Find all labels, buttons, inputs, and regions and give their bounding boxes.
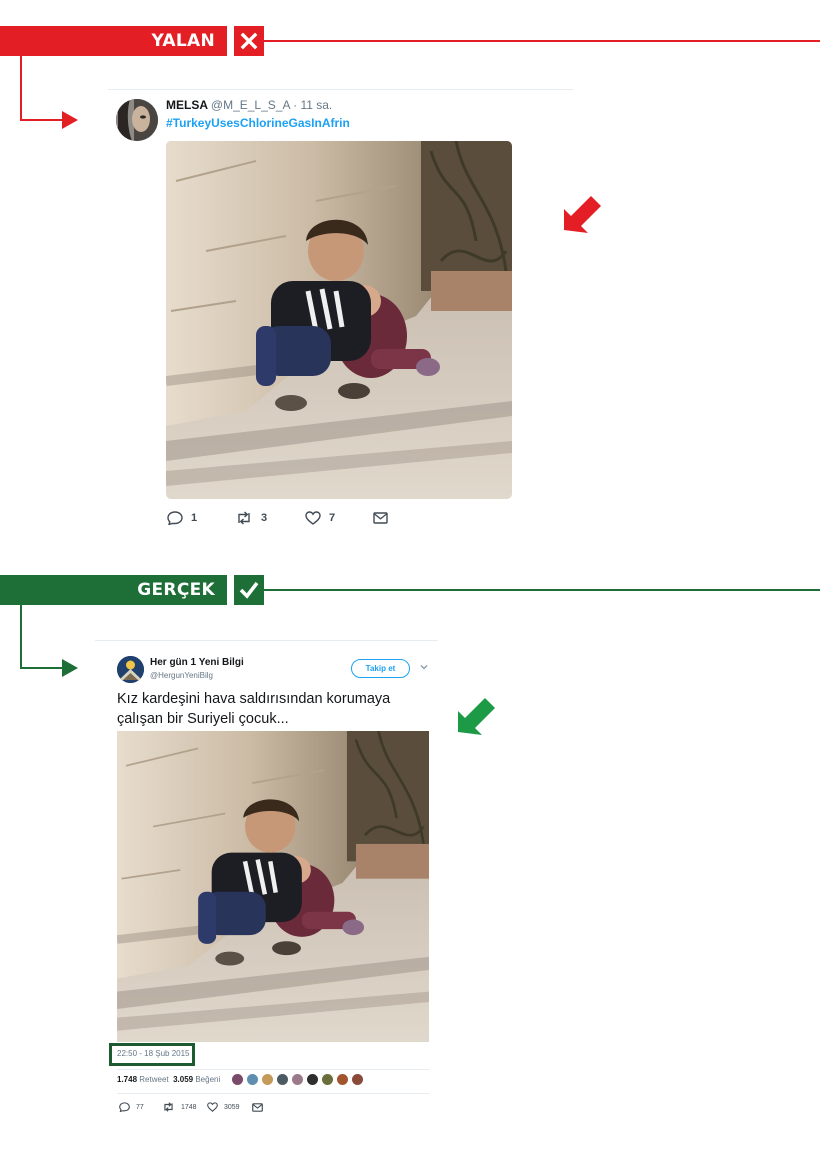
- tweet-photo[interactable]: [166, 141, 512, 499]
- handle[interactable]: @HergunYeniBilg: [150, 671, 213, 680]
- true-connector-line: [20, 667, 64, 669]
- direct-message-button[interactable]: [252, 1100, 263, 1114]
- display-name[interactable]: MELSA: [166, 98, 208, 112]
- false-verdict-banner: YALAN: [0, 26, 227, 56]
- tweet-photo[interactable]: [117, 731, 429, 1042]
- tweet-divider: [117, 1093, 429, 1094]
- false-banner-rule: [264, 40, 820, 42]
- false-connector-line: [20, 119, 64, 121]
- envelope-icon: [252, 1102, 263, 1112]
- liker-avatar[interactable]: [306, 1073, 319, 1086]
- reply-count: 77: [136, 1103, 144, 1111]
- liker-avatars[interactable]: [231, 1073, 364, 1087]
- retweet-button[interactable]: 3: [235, 508, 267, 528]
- reply-icon: [119, 1102, 130, 1112]
- follow-button[interactable]: Takip et: [351, 659, 410, 678]
- liker-avatar[interactable]: [276, 1073, 289, 1086]
- x-mark-icon: [234, 26, 264, 56]
- true-connector-line: [20, 605, 22, 669]
- retweet-icon: [164, 1102, 173, 1112]
- red-pointer-arrow-icon: [564, 196, 601, 233]
- like-count: 7: [329, 512, 336, 524]
- likes-label: Beğeni: [195, 1075, 221, 1084]
- liker-avatar[interactable]: [336, 1073, 349, 1086]
- liker-avatar[interactable]: [321, 1073, 334, 1086]
- heart-icon: [305, 511, 321, 525]
- liker-avatar[interactable]: [261, 1073, 274, 1086]
- display-name[interactable]: Her gün 1 Yeni Bilgi: [150, 657, 244, 668]
- timestamp[interactable]: 22:50 - 18 Şub 2015: [117, 1049, 190, 1058]
- liker-avatar[interactable]: [231, 1073, 244, 1086]
- tweet-actions: 77 1748 3059: [119, 1100, 319, 1114]
- logo-avatar[interactable]: [117, 656, 144, 683]
- reply-icon: [167, 511, 183, 525]
- chevron-down-icon[interactable]: [418, 661, 430, 673]
- tweet-divider: [95, 640, 438, 641]
- engagement-stats: 1.748 Retweet 3.059 Beğeni: [117, 1075, 220, 1084]
- tweet-actions: 1 3 7: [167, 508, 397, 528]
- true-banner-rule: [264, 589, 820, 591]
- profile-photo-avatar[interactable]: [116, 99, 158, 141]
- false-verdict-label: YALAN: [151, 31, 215, 51]
- tweet-text: Kız kardeşini hava saldırısından korumay…: [117, 691, 391, 727]
- true-verdict-banner: GERÇEK: [0, 575, 227, 605]
- retweets-value[interactable]: 1.748: [117, 1075, 137, 1084]
- true-verdict-label: GERÇEK: [137, 580, 215, 600]
- liker-avatar[interactable]: [246, 1073, 259, 1086]
- hashtag-link[interactable]: #TurkeyUsesChlorineGasInAfrin: [166, 116, 350, 130]
- green-pointer-arrow-icon: [458, 698, 495, 735]
- reply-button[interactable]: 77: [119, 1100, 144, 1114]
- retweet-count: 3: [261, 512, 268, 524]
- like-count: 3059: [224, 1103, 240, 1111]
- reply-count: 1: [191, 512, 198, 524]
- author-name[interactable]: MELSA @M_E_L_S_A · 11 sa.: [166, 98, 332, 112]
- checkmark-icon: [234, 575, 264, 605]
- retweets-label: Retweet: [139, 1075, 169, 1084]
- like-button[interactable]: 3059: [207, 1100, 240, 1114]
- retweet-icon: [238, 511, 250, 525]
- handle-and-time: @M_E_L_S_A · 11 sa.: [210, 98, 333, 112]
- reply-button[interactable]: 1: [167, 508, 197, 528]
- tweet-divider: [117, 1069, 429, 1070]
- liker-avatar[interactable]: [351, 1073, 364, 1086]
- false-connector-arrowhead: [62, 111, 78, 129]
- direct-message-button[interactable]: [373, 508, 388, 528]
- heart-icon: [207, 1102, 218, 1112]
- true-connector-arrowhead: [62, 659, 78, 677]
- tweet-divider: [108, 89, 573, 90]
- retweet-count: 1748: [181, 1103, 197, 1111]
- retweet-button[interactable]: 1748: [162, 1100, 197, 1114]
- envelope-icon: [373, 512, 388, 524]
- likes-value[interactable]: 3.059: [173, 1075, 193, 1084]
- false-connector-line: [20, 56, 22, 121]
- liker-avatar[interactable]: [291, 1073, 304, 1086]
- like-button[interactable]: 7: [305, 508, 335, 528]
